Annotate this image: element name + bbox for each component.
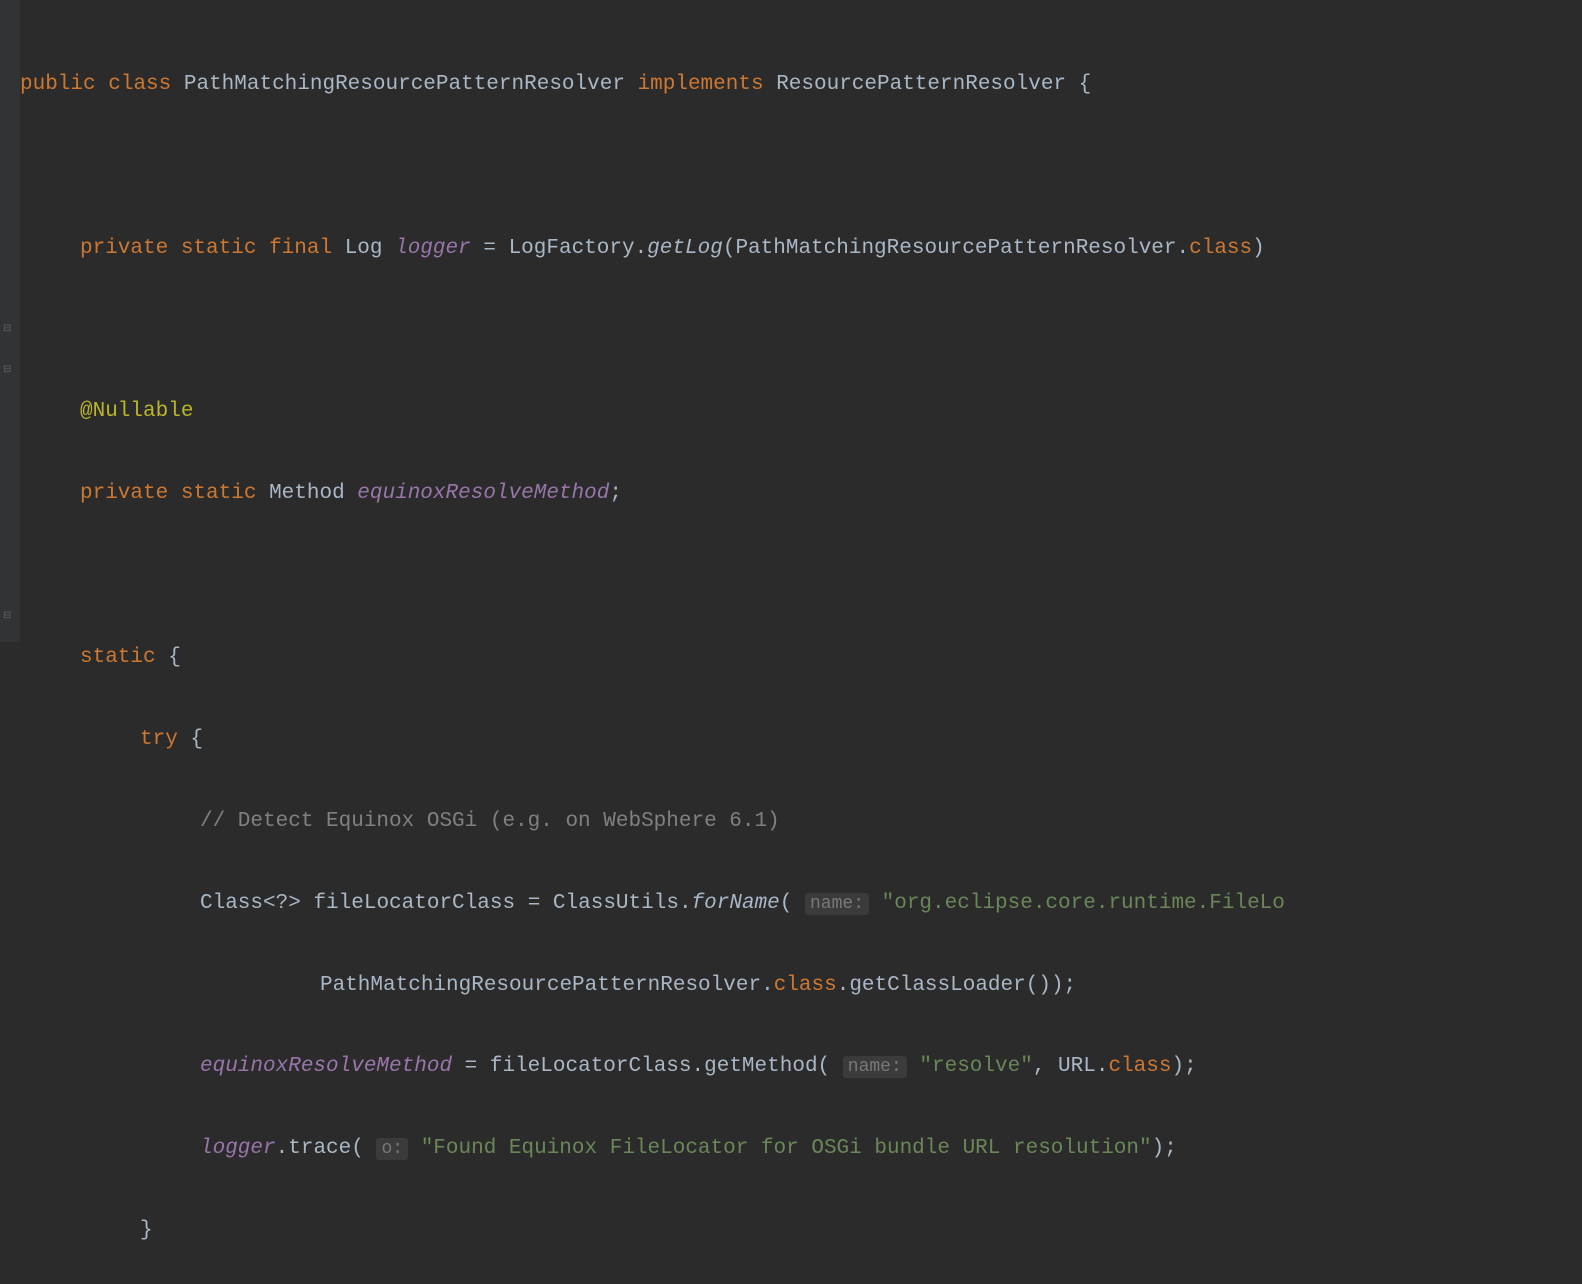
paren: ) [1252, 237, 1265, 260]
variable: fileLocatorClass [313, 892, 515, 915]
code-line[interactable]: public class PathMatchingResourcePattern… [20, 65, 1285, 106]
blank-line[interactable] [20, 556, 1285, 597]
field-name: logger [395, 237, 471, 260]
type-name: Log [345, 237, 383, 260]
semicolon: ; [609, 482, 622, 505]
string-literal: "resolve" [919, 1055, 1032, 1078]
keyword-try: try [140, 728, 178, 751]
annotation: @Nullable [80, 400, 193, 423]
equals: = [465, 1055, 478, 1078]
code-line[interactable]: static { [20, 638, 1285, 679]
code-line[interactable]: try { [20, 720, 1285, 761]
code-line[interactable]: private static Method equinoxResolveMeth… [20, 474, 1285, 515]
dot: . [635, 237, 648, 260]
code-line[interactable]: PathMatchingResourcePatternResolver.clas… [20, 966, 1285, 1007]
type-name: Class<?> [200, 892, 301, 915]
class-ref: URL [1058, 1055, 1096, 1078]
keyword-static: static [181, 482, 257, 505]
fold-marker-icon[interactable]: ⊟ [3, 612, 11, 622]
parameter-hint: o: [376, 1138, 408, 1160]
field-name: logger [200, 1137, 276, 1160]
method-call: getLog [647, 237, 723, 260]
equals: = [528, 892, 541, 915]
dot: . [679, 892, 692, 915]
class-ref: ClassUtils [553, 892, 679, 915]
dot: . [761, 974, 774, 997]
fold-marker-icon[interactable]: ⊟ [3, 325, 11, 335]
field-name: equinoxResolveMethod [357, 482, 609, 505]
method-call: getClassLoader() [849, 974, 1051, 997]
brace: { [168, 646, 181, 669]
variable: fileLocatorClass [490, 1055, 692, 1078]
brace: } [140, 1219, 153, 1242]
class-name: PathMatchingResourcePatternResolver [184, 73, 625, 96]
type-name: Method [269, 482, 345, 505]
paren: ); [1152, 1137, 1177, 1160]
keyword-class: class [108, 73, 171, 96]
string-literal: "org.eclipse.core.runtime.FileLo [882, 892, 1285, 915]
method-call: forName [692, 892, 780, 915]
paren: ); [1051, 974, 1076, 997]
paren: ); [1171, 1055, 1196, 1078]
equals: = [483, 237, 496, 260]
parameter-hint: name: [843, 1056, 907, 1078]
keyword-class: class [1189, 237, 1252, 260]
fold-marker-icon[interactable]: ⊟ [3, 366, 11, 376]
code-line[interactable]: logger.trace( o: "Found Equinox FileLoca… [20, 1129, 1285, 1170]
paren: ( [351, 1137, 364, 1160]
keyword-public: public [20, 73, 96, 96]
class-ref: PathMatchingResourcePatternResolver [320, 974, 761, 997]
keyword-private: private [80, 237, 168, 260]
keyword-final: final [269, 237, 332, 260]
dot: . [1096, 1055, 1109, 1078]
dot: . [1177, 237, 1190, 260]
paren: ( [780, 892, 793, 915]
interface-name: ResourcePatternResolver [776, 73, 1066, 96]
parameter-hint: name: [805, 893, 869, 915]
comment: // Detect Equinox OSGi (e.g. on WebSpher… [200, 810, 780, 833]
brace: { [1079, 73, 1092, 96]
editor-gutter: ⊟ ⊟ ⊟ [0, 0, 20, 642]
field-name: equinoxResolveMethod [200, 1055, 452, 1078]
code-line[interactable]: private static final Log logger = LogFac… [20, 229, 1285, 270]
paren: ( [723, 237, 736, 260]
code-line[interactable]: @Nullable [20, 392, 1285, 433]
keyword-private: private [80, 482, 168, 505]
blank-line[interactable] [20, 147, 1285, 188]
dot: . [692, 1055, 705, 1078]
string-literal: "Found Equinox FileLocator for OSGi bund… [421, 1137, 1152, 1160]
brace: { [190, 728, 203, 751]
keyword-class: class [774, 974, 837, 997]
dot: . [837, 974, 850, 997]
code-editor[interactable]: public class PathMatchingResourcePattern… [20, 0, 1285, 1284]
code-line[interactable]: } [20, 1211, 1285, 1252]
keyword-implements: implements [638, 73, 764, 96]
paren: ( [818, 1055, 831, 1078]
keyword-class: class [1108, 1055, 1171, 1078]
dot: . [276, 1137, 289, 1160]
comma: , [1033, 1055, 1046, 1078]
keyword-static: static [80, 646, 156, 669]
keyword-static: static [181, 237, 257, 260]
method-call: trace [288, 1137, 351, 1160]
class-ref: PathMatchingResourcePatternResolver [735, 237, 1176, 260]
code-line[interactable]: Class<?> fileLocatorClass = ClassUtils.f… [20, 884, 1285, 925]
blank-line[interactable] [20, 311, 1285, 352]
class-ref: LogFactory [509, 237, 635, 260]
code-line[interactable]: equinoxResolveMethod = fileLocatorClass.… [20, 1047, 1285, 1088]
method-call: getMethod [704, 1055, 817, 1078]
code-line[interactable]: // Detect Equinox OSGi (e.g. on WebSpher… [20, 802, 1285, 843]
